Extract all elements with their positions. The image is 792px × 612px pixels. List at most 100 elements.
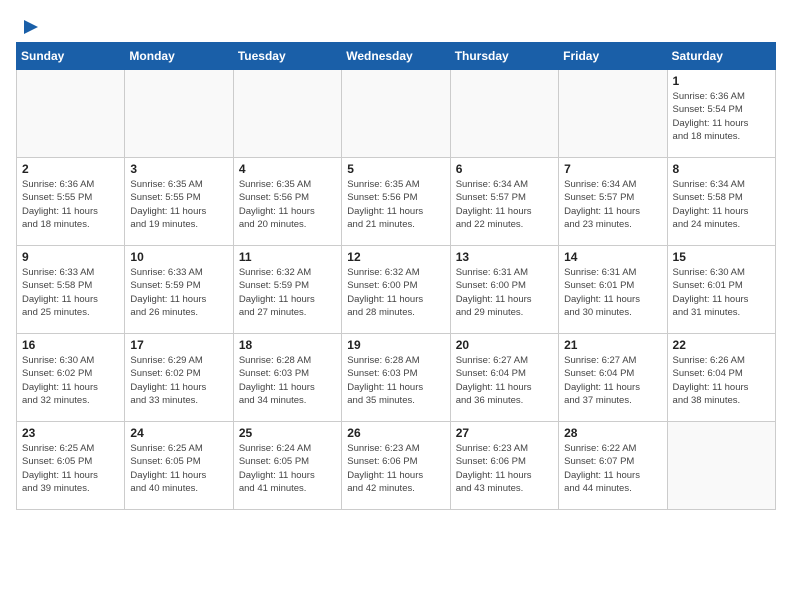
day-info: Sunrise: 6:35 AM Sunset: 5:56 PM Dayligh… [347,178,444,231]
day-number: 24 [130,426,227,440]
day-info: Sunrise: 6:23 AM Sunset: 6:06 PM Dayligh… [347,442,444,495]
calendar-cell: 14 Sunrise: 6:31 AM Sunset: 6:01 PM Dayli… [559,246,667,334]
weekday-header: Saturday [667,43,775,70]
day-number: 17 [130,338,227,352]
day-number: 27 [456,426,553,440]
day-info: Sunrise: 6:31 AM Sunset: 6:01 PM Dayligh… [564,266,661,319]
calendar-cell: 16 Sunrise: 6:30 AM Sunset: 6:02 PM Dayli… [17,334,125,422]
day-number: 8 [673,162,770,176]
calendar-cell: 22 Sunrise: 6:26 AM Sunset: 6:04 PM Dayli… [667,334,775,422]
day-info: Sunrise: 6:36 AM Sunset: 5:54 PM Dayligh… [673,90,770,143]
day-info: Sunrise: 6:26 AM Sunset: 6:04 PM Dayligh… [673,354,770,407]
calendar-cell: 4 Sunrise: 6:35 AM Sunset: 5:56 PM Daylig… [233,158,341,246]
day-info: Sunrise: 6:36 AM Sunset: 5:55 PM Dayligh… [22,178,119,231]
calendar-table: SundayMondayTuesdayWednesdayThursdayFrid… [16,42,776,510]
day-info: Sunrise: 6:35 AM Sunset: 5:56 PM Dayligh… [239,178,336,231]
day-number: 22 [673,338,770,352]
calendar-cell: 9 Sunrise: 6:33 AM Sunset: 5:58 PM Daylig… [17,246,125,334]
calendar-cell [233,70,341,158]
day-number: 1 [673,74,770,88]
day-info: Sunrise: 6:30 AM Sunset: 6:02 PM Dayligh… [22,354,119,407]
day-info: Sunrise: 6:28 AM Sunset: 6:03 PM Dayligh… [347,354,444,407]
calendar-cell: 12Sunrise: 6:32 AM Sunset: 6:00 PM Dayli… [342,246,450,334]
day-number: 10 [130,250,227,264]
day-info: Sunrise: 6:27 AM Sunset: 6:04 PM Dayligh… [456,354,553,407]
calendar-cell: 23 Sunrise: 6:25 AM Sunset: 6:05 PM Dayli… [17,422,125,510]
calendar-cell: 25 Sunrise: 6:24 AM Sunset: 6:05 PM Dayli… [233,422,341,510]
calendar-cell: 7 Sunrise: 6:34 AM Sunset: 5:57 PM Daylig… [559,158,667,246]
weekday-header: Sunday [17,43,125,70]
day-number: 25 [239,426,336,440]
day-number: 20 [456,338,553,352]
calendar-cell: 1 Sunrise: 6:36 AM Sunset: 5:54 PM Daylig… [667,70,775,158]
calendar-cell [342,70,450,158]
day-number: 2 [22,162,119,176]
calendar-cell: 27 Sunrise: 6:23 AM Sunset: 6:06 PM Dayli… [450,422,558,510]
calendar-cell [450,70,558,158]
day-number: 18 [239,338,336,352]
weekday-header: Tuesday [233,43,341,70]
day-info: Sunrise: 6:29 AM Sunset: 6:02 PM Dayligh… [130,354,227,407]
day-number: 3 [130,162,227,176]
calendar-cell [125,70,233,158]
day-number: 5 [347,162,444,176]
day-info: Sunrise: 6:32 AM Sunset: 5:59 PM Dayligh… [239,266,336,319]
day-number: 19 [347,338,444,352]
day-info: Sunrise: 6:34 AM Sunset: 5:57 PM Dayligh… [564,178,661,231]
day-info: Sunrise: 6:31 AM Sunset: 6:00 PM Dayligh… [456,266,553,319]
day-number: 14 [564,250,661,264]
day-number: 21 [564,338,661,352]
weekday-header: Wednesday [342,43,450,70]
calendar-cell: 28 Sunrise: 6:22 AM Sunset: 6:07 PM Dayli… [559,422,667,510]
calendar-cell: 19 Sunrise: 6:28 AM Sunset: 6:03 PM Dayli… [342,334,450,422]
day-info: Sunrise: 6:34 AM Sunset: 5:58 PM Dayligh… [673,178,770,231]
day-info: Sunrise: 6:30 AM Sunset: 6:01 PM Dayligh… [673,266,770,319]
day-info: Sunrise: 6:34 AM Sunset: 5:57 PM Dayligh… [456,178,553,231]
weekday-header: Friday [559,43,667,70]
calendar-cell: 3 Sunrise: 6:35 AM Sunset: 5:55 PM Daylig… [125,158,233,246]
day-number: 11 [239,250,336,264]
calendar-cell: 21 Sunrise: 6:27 AM Sunset: 6:04 PM Dayli… [559,334,667,422]
calendar-cell: 15 Sunrise: 6:30 AM Sunset: 6:01 PM Dayli… [667,246,775,334]
day-number: 23 [22,426,119,440]
day-number: 7 [564,162,661,176]
day-number: 13 [456,250,553,264]
calendar-cell: 13 Sunrise: 6:31 AM Sunset: 6:00 PM Dayli… [450,246,558,334]
calendar-cell: 10 Sunrise: 6:33 AM Sunset: 5:59 PM Dayli… [125,246,233,334]
day-info: Sunrise: 6:33 AM Sunset: 5:59 PM Dayligh… [130,266,227,319]
calendar-cell: 17 Sunrise: 6:29 AM Sunset: 6:02 PM Dayli… [125,334,233,422]
logo-icon [18,16,40,38]
day-info: Sunrise: 6:27 AM Sunset: 6:04 PM Dayligh… [564,354,661,407]
calendar-cell: 5 Sunrise: 6:35 AM Sunset: 5:56 PM Daylig… [342,158,450,246]
day-number: 6 [456,162,553,176]
day-number: 15 [673,250,770,264]
calendar-cell: 20 Sunrise: 6:27 AM Sunset: 6:04 PM Dayli… [450,334,558,422]
day-info: Sunrise: 6:22 AM Sunset: 6:07 PM Dayligh… [564,442,661,495]
weekday-header: Thursday [450,43,558,70]
day-info: Sunrise: 6:28 AM Sunset: 6:03 PM Dayligh… [239,354,336,407]
calendar-cell: 18 Sunrise: 6:28 AM Sunset: 6:03 PM Dayli… [233,334,341,422]
calendar-cell: 11 Sunrise: 6:32 AM Sunset: 5:59 PM Dayli… [233,246,341,334]
day-info: Sunrise: 6:23 AM Sunset: 6:06 PM Dayligh… [456,442,553,495]
day-number: 4 [239,162,336,176]
day-info: Sunrise: 6:33 AM Sunset: 5:58 PM Dayligh… [22,266,119,319]
day-info: Sunrise: 6:32 AM Sunset: 6:00 PM Dayligh… [347,266,444,319]
day-number: 28 [564,426,661,440]
day-number: 9 [22,250,119,264]
day-info: Sunrise: 6:25 AM Sunset: 6:05 PM Dayligh… [22,442,119,495]
header [16,16,776,34]
day-info: Sunrise: 6:25 AM Sunset: 6:05 PM Dayligh… [130,442,227,495]
calendar-cell: 2 Sunrise: 6:36 AM Sunset: 5:55 PM Daylig… [17,158,125,246]
day-number: 26 [347,426,444,440]
calendar-cell [17,70,125,158]
day-info: Sunrise: 6:24 AM Sunset: 6:05 PM Dayligh… [239,442,336,495]
calendar-cell: 6 Sunrise: 6:34 AM Sunset: 5:57 PM Daylig… [450,158,558,246]
weekday-header: Monday [125,43,233,70]
day-info: Sunrise: 6:35 AM Sunset: 5:55 PM Dayligh… [130,178,227,231]
calendar-cell: 26 Sunrise: 6:23 AM Sunset: 6:06 PM Dayli… [342,422,450,510]
day-number: 16 [22,338,119,352]
calendar-cell [667,422,775,510]
logo [16,16,40,34]
calendar-cell: 8 Sunrise: 6:34 AM Sunset: 5:58 PM Daylig… [667,158,775,246]
calendar-cell: 24 Sunrise: 6:25 AM Sunset: 6:05 PM Dayli… [125,422,233,510]
